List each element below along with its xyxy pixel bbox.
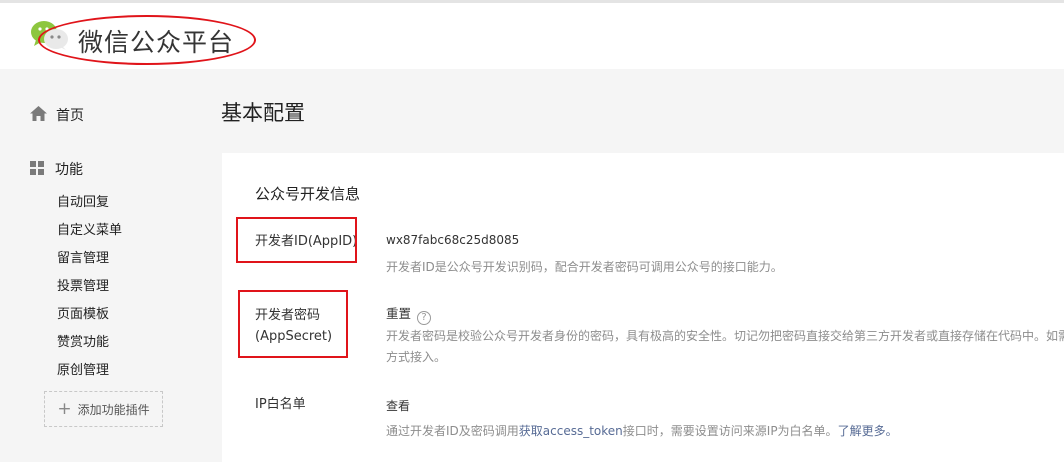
ip-whitelist-actions: 查看 bbox=[386, 397, 410, 414]
sidebar-item-votes[interactable]: 投票管理 bbox=[57, 273, 122, 301]
sidebar-item-function-label: 功能 bbox=[55, 162, 83, 178]
sidebar-item-comments[interactable]: 留言管理 bbox=[57, 245, 122, 273]
access-token-link[interactable]: 获取access_token bbox=[519, 424, 623, 438]
appid-value: wx87fabc68c25d8085 bbox=[386, 233, 520, 247]
annotation-circle-brand bbox=[38, 15, 256, 65]
sidebar-item-auto-reply[interactable]: 自动回复 bbox=[57, 189, 122, 217]
sidebar-item-home[interactable]: 首页 bbox=[30, 105, 84, 125]
help-icon[interactable]: ? bbox=[417, 311, 432, 325]
plus-icon: + bbox=[57, 398, 72, 419]
sidebar-item-rewards[interactable]: 赞赏功能 bbox=[57, 329, 122, 357]
page-title: 基本配置 bbox=[221, 101, 305, 125]
add-plugin-button[interactable]: + 添加功能插件 bbox=[44, 391, 163, 427]
sidebar-item-page-templates[interactable]: 页面模板 bbox=[57, 301, 122, 329]
developer-info-panel: 公众号开发信息 开发者ID(AppID) wx87fabc68c25d8085 … bbox=[222, 153, 1064, 462]
appsecret-actions: 重置? bbox=[386, 303, 432, 325]
sidebar-item-custom-menu[interactable]: 自定义菜单 bbox=[57, 217, 122, 245]
sidebar: 首页 功能 自动回复 自定义菜单 留言管理 投票管理 页面模板 赞赏功能 原创管… bbox=[0, 69, 220, 462]
ip-desc-middle: 接口时，需要设置访问来源IP为白名单。 bbox=[622, 424, 838, 438]
annotation-box-appid bbox=[236, 217, 357, 263]
sidebar-item-function[interactable]: 功能 bbox=[30, 159, 83, 179]
ip-whitelist-label: IP白名单 bbox=[255, 397, 306, 412]
appsecret-description-line2: 方式接入。 bbox=[386, 350, 447, 364]
ip-desc-prefix: 通过开发者ID及密码调用 bbox=[386, 424, 519, 438]
home-icon bbox=[30, 105, 47, 125]
appid-description: 开发者ID是公众号开发识别码，配合开发者密码可调用公众号的接口能力。 bbox=[386, 260, 783, 274]
sidebar-item-home-label: 首页 bbox=[56, 108, 84, 124]
function-submenu: 自动回复 自定义菜单 留言管理 投票管理 页面模板 赞赏功能 原创管理 bbox=[57, 189, 122, 385]
appsecret-description-line1: 开发者密码是校验公众号开发者身份的密码，具有极高的安全性。切记勿把密码直接交给第… bbox=[386, 329, 1064, 343]
ip-whitelist-description: 通过开发者ID及密码调用获取access_token接口时，需要设置访问来源IP… bbox=[386, 421, 898, 442]
section-title: 公众号开发信息 bbox=[255, 185, 361, 203]
reset-secret-link[interactable]: 重置 bbox=[386, 306, 411, 321]
header-bar: 微信公众平台 bbox=[0, 3, 1064, 69]
annotation-box-appsecret bbox=[238, 290, 348, 358]
add-plugin-label: 添加功能插件 bbox=[77, 402, 150, 417]
sidebar-item-original[interactable]: 原创管理 bbox=[57, 357, 122, 385]
learn-more-link[interactable]: 了解更多。 bbox=[838, 424, 898, 438]
view-whitelist-link[interactable]: 查看 bbox=[386, 399, 410, 413]
grid-icon bbox=[30, 160, 44, 179]
